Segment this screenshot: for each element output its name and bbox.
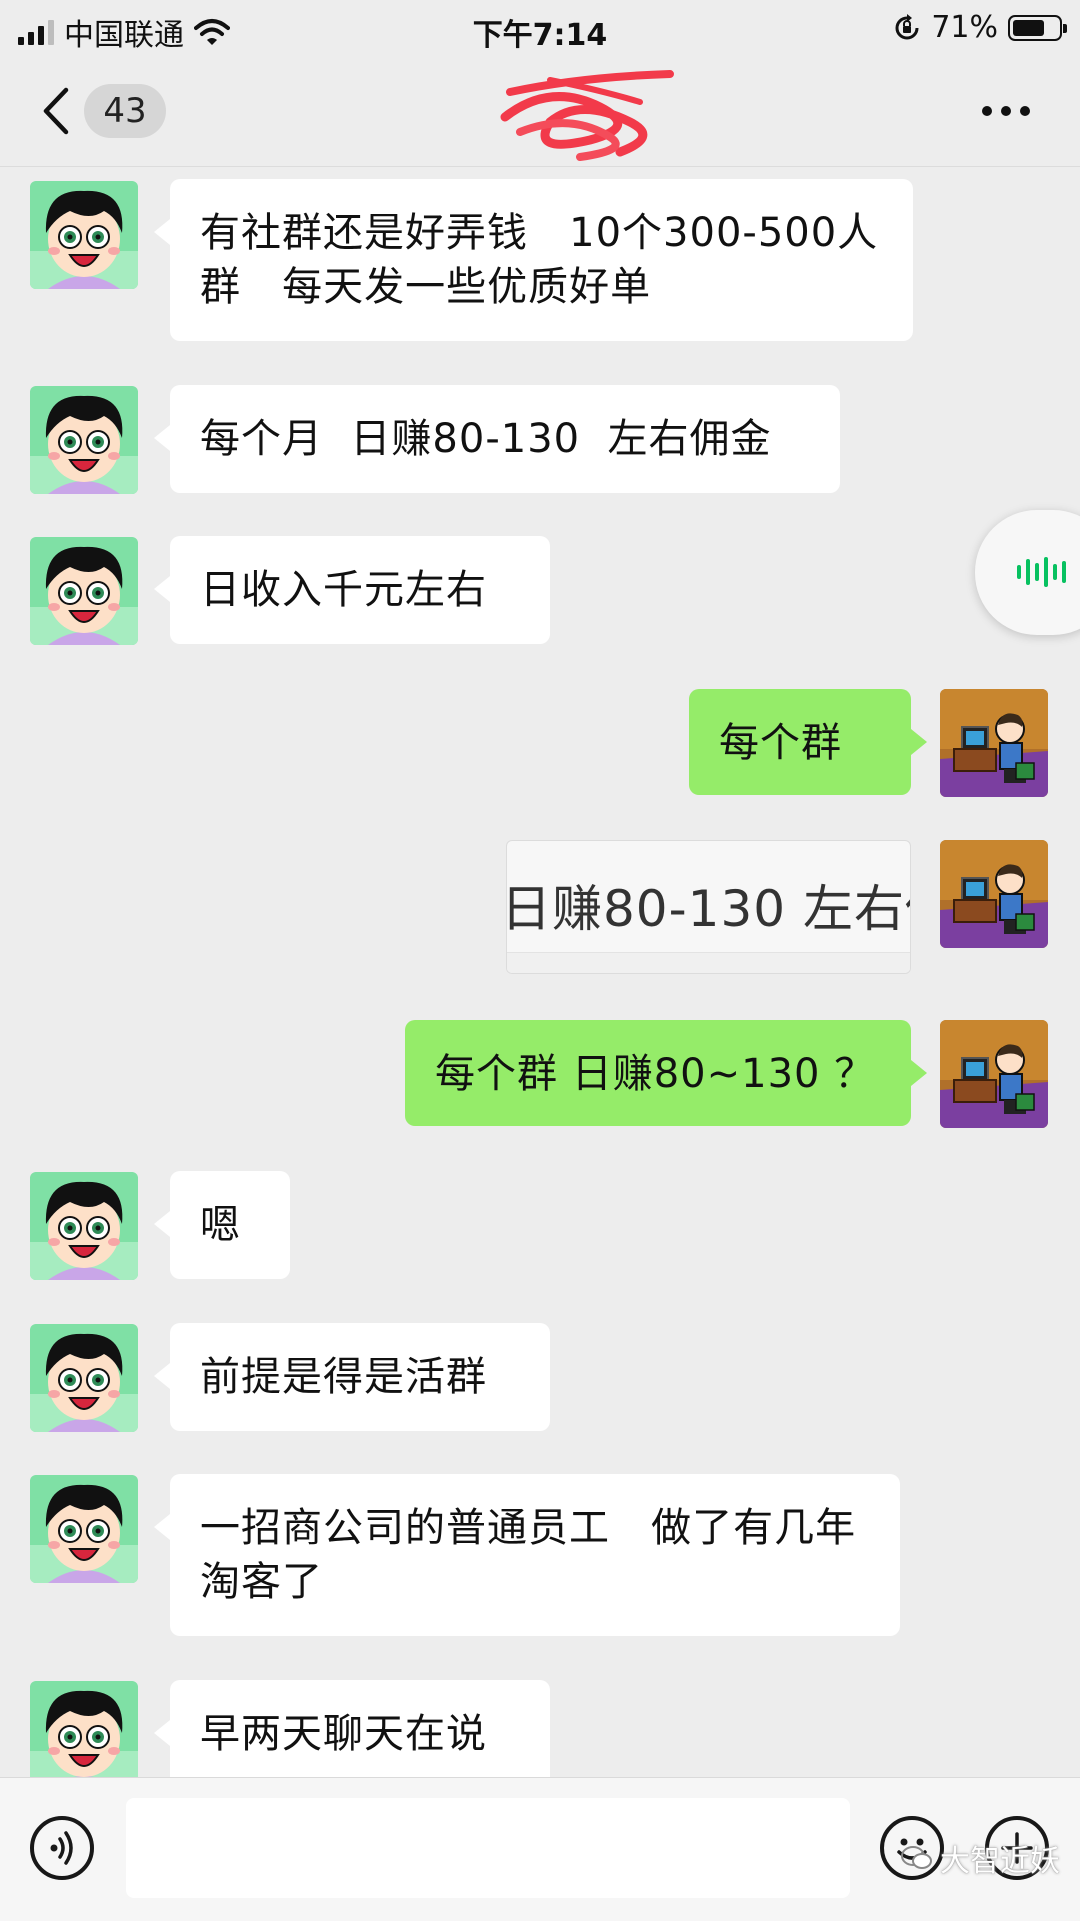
battery-icon [1008, 14, 1067, 41]
message-bubble-incoming[interactable]: 前提是得是活群 [154, 1323, 550, 1431]
status-bar: 中国联通 下午7:14 71% [0, 0, 1080, 56]
contact-avatar[interactable] [30, 1172, 138, 1280]
my-avatar[interactable] [940, 1020, 1048, 1128]
audio-wave-icon [1017, 555, 1066, 589]
message-bubble-outgoing[interactable]: 每个群 日赚80~130 ？ [405, 1020, 927, 1126]
battery-fill [1013, 19, 1045, 36]
contact-avatar[interactable] [30, 1324, 138, 1432]
message-bubble-incoming[interactable]: 每个月 日赚80-130 左右佣金 [154, 385, 840, 493]
unread-count-badge[interactable]: 43 [84, 84, 166, 138]
message-bubble-incoming[interactable]: 日收入千元左右 [154, 536, 550, 644]
contact-avatar[interactable] [30, 537, 138, 645]
contact-avatar[interactable] [30, 386, 138, 494]
contact-avatar[interactable] [30, 1475, 138, 1583]
message-bubble-incoming[interactable]: 一招商公司的普通员工 做了有几年淘客了 [154, 1474, 900, 1636]
redacted-title-scribble [500, 70, 674, 161]
my-avatar[interactable] [940, 689, 1048, 797]
quote-card-footer [507, 952, 910, 973]
battery-percent: 71% [931, 10, 998, 45]
status-right: 71% [893, 10, 1067, 45]
watermark: 大智近妖 [900, 1836, 1060, 1880]
message-bubble-outgoing[interactable]: 每个群 [689, 689, 927, 795]
quoted-image-card[interactable]: 日赚80-130 左右佣 [506, 840, 911, 974]
my-avatar[interactable] [940, 840, 1048, 948]
chat-input-bar: 大智近妖 [0, 1777, 1080, 1921]
message-bubble-incoming[interactable]: 嗯 [154, 1171, 290, 1279]
contact-avatar[interactable] [30, 1681, 138, 1777]
rotation-lock-icon [895, 13, 919, 39]
more-dots-icon[interactable] [982, 106, 1030, 116]
watermark-text: 大智近妖 [940, 1844, 1060, 1879]
chevron-left-icon[interactable] [38, 86, 78, 136]
chat-header: 43 [0, 56, 1080, 167]
quoted-text: 日赚80-130 左右佣 [506, 880, 910, 938]
chat-message-list[interactable]: 有社群还是好弄钱 10个300-500人群 每天发一些优质好单 每个月 日赚80… [0, 167, 1080, 1777]
message-bubble-incoming[interactable]: 早两天聊天在说 [154, 1680, 550, 1777]
wechat-logo-icon [901, 1846, 932, 1869]
message-bubble-incoming[interactable]: 有社群还是好弄钱 10个300-500人群 每天发一些优质好单 [154, 179, 913, 341]
contact-avatar[interactable] [30, 181, 138, 289]
message-input[interactable] [126, 1798, 850, 1898]
voice-input-icon[interactable] [30, 1816, 94, 1880]
